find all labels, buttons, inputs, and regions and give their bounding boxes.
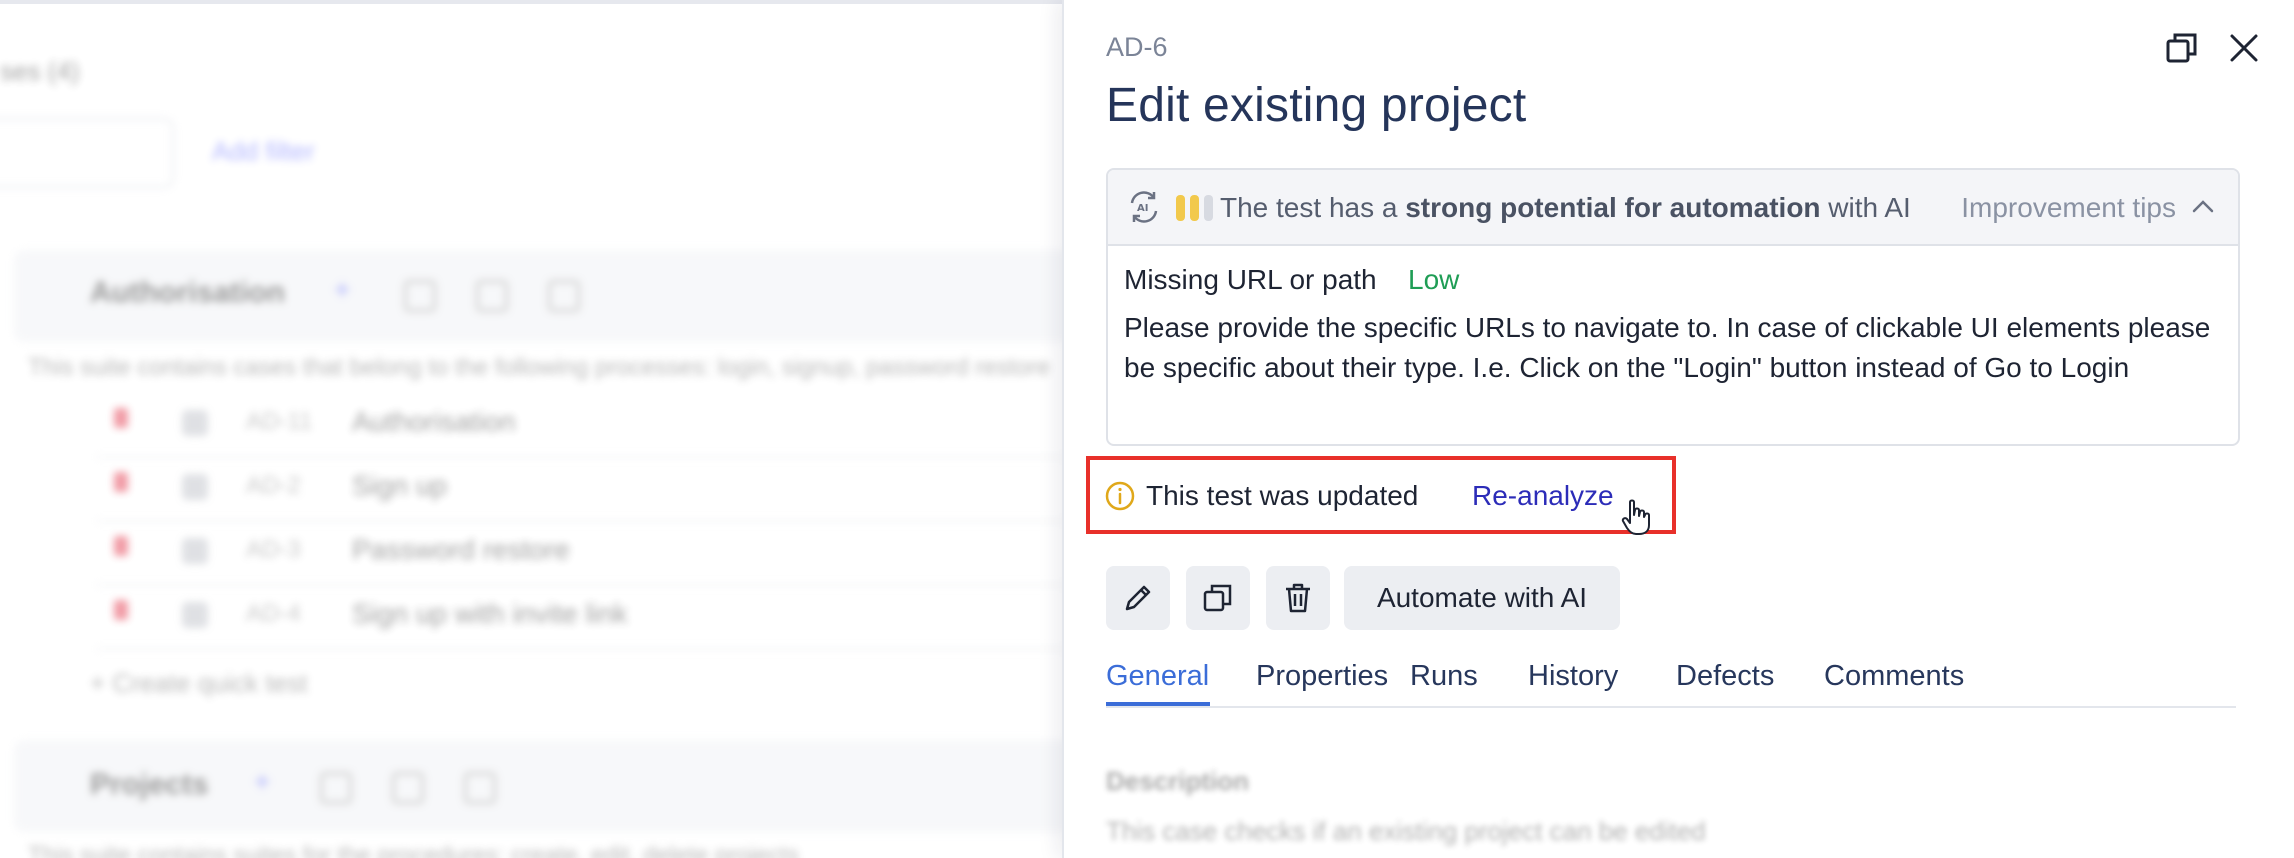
case-id: AD-4 — [246, 600, 301, 627]
tab-comments[interactable]: Comments — [1824, 660, 1964, 693]
potential-bar — [1176, 195, 1185, 221]
copy-icon[interactable] — [392, 772, 424, 804]
add-filter-button[interactable]: Add filter — [212, 136, 315, 167]
cases-count: ses (4) — [0, 56, 80, 86]
issue-description: Please provide the specific URLs to navi… — [1124, 312, 2211, 383]
description-value: This case checks if an existing project … — [1106, 816, 1706, 846]
delete-button[interactable] — [1266, 566, 1330, 630]
table-row[interactable]: AD-2 Sign up — [96, 458, 1064, 522]
suite-header-projects[interactable]: Projects + — [14, 740, 1064, 832]
ai-analysis-header[interactable]: AI The test has a strong potential for a… — [1108, 170, 2238, 246]
ai-refresh-icon: AI — [1126, 189, 1162, 225]
hand-cursor-icon — [1620, 498, 1654, 536]
suite-header-authorisation[interactable]: Authorisation + — [14, 250, 1064, 342]
chevron-up-icon[interactable] — [2190, 194, 2216, 220]
copy-icon — [1203, 584, 1232, 612]
copy-icon[interactable] — [476, 280, 508, 312]
tab-defects[interactable]: Defects — [1676, 660, 1774, 693]
tab-runs[interactable]: Runs — [1410, 660, 1478, 693]
background-content: ses (4) Add filter Authorisation + This … — [0, 0, 1064, 858]
priority-icon — [114, 536, 128, 556]
issue-severity-badge: Low — [1408, 264, 1460, 295]
table-row[interactable]: AD-11 Authorisation — [96, 394, 1064, 458]
priority-icon — [114, 408, 128, 428]
potential-bar — [1190, 195, 1199, 221]
potential-bar — [1204, 195, 1213, 221]
test-case-panel: AD-6 Edit existing project AI The test h… — [1062, 0, 2294, 858]
suite-title: Projects — [90, 768, 209, 801]
tab-bar: General Properties Runs History Defects … — [1106, 654, 2236, 708]
table-row[interactable]: AD-3 Password restore — [96, 522, 1064, 586]
case-type-icon — [182, 538, 208, 564]
trash-icon — [1286, 583, 1310, 613]
delete-icon[interactable] — [464, 772, 496, 804]
edit-button[interactable] — [1106, 566, 1170, 630]
automation-potential-text: The test has a strong potential for auto… — [1220, 192, 1911, 223]
case-name: Authorisation — [352, 406, 516, 437]
suite-description: This suite contains cases that belong to… — [28, 354, 1050, 381]
table-row[interactable]: AD-4 Sign up with invite link — [96, 586, 1064, 650]
pencil-icon — [1125, 585, 1151, 611]
issue-title: Missing URL or path — [1124, 264, 1377, 295]
info-icon — [1104, 480, 1136, 512]
case-id: AD-2 — [246, 472, 301, 499]
duplicate-button[interactable] — [1186, 566, 1250, 630]
edit-icon[interactable] — [404, 280, 436, 312]
add-case-icon[interactable]: + — [254, 766, 270, 798]
test-id: AD-6 — [1106, 32, 1168, 62]
suite-description: This suite contains suites for the proce… — [28, 842, 800, 858]
automation-potential-bars — [1176, 195, 1213, 221]
ai-analysis-card: AI The test has a strong potential for a… — [1106, 168, 2240, 446]
automate-with-ai-button[interactable]: Automate with AI — [1344, 566, 1620, 630]
test-updated-notice: This test was updated Re-analyze — [1086, 456, 1676, 536]
case-name: Sign up — [352, 470, 447, 501]
case-id: AD-3 — [246, 536, 301, 563]
delete-icon[interactable] — [548, 280, 580, 312]
create-quick-test-link[interactable]: + Create quick test — [90, 668, 308, 699]
case-type-icon — [182, 474, 208, 500]
case-name: Sign up with invite link — [352, 598, 628, 629]
re-analyze-link[interactable]: Re-analyze — [1472, 480, 1614, 512]
description-section: Description This case checks if an exist… — [1106, 762, 2236, 858]
tab-properties[interactable]: Properties — [1256, 660, 1388, 693]
priority-icon — [114, 600, 128, 620]
case-name: Password restore — [352, 534, 570, 565]
active-tab-indicator — [1106, 702, 1210, 706]
improvement-tips-toggle[interactable]: Improvement tips — [1961, 192, 2176, 224]
page-title: Edit existing project — [1106, 79, 1527, 132]
tab-general[interactable]: General — [1106, 660, 1209, 693]
filter-search-input[interactable] — [0, 118, 174, 188]
edit-icon[interactable] — [320, 772, 352, 804]
background-page: ses (4) Add filter Authorisation + This … — [0, 0, 1064, 858]
add-case-icon[interactable]: + — [334, 274, 350, 306]
svg-text:AI: AI — [1137, 203, 1148, 214]
open-in-window-icon[interactable] — [2164, 30, 2200, 66]
suite-title: Authorisation — [90, 276, 285, 309]
notice-text: This test was updated — [1146, 480, 1419, 511]
description-label: Description — [1106, 766, 1250, 796]
case-type-icon — [182, 410, 208, 436]
case-id: AD-11 — [246, 408, 313, 435]
tab-history[interactable]: History — [1528, 660, 1618, 693]
close-icon[interactable] — [2226, 30, 2262, 66]
case-type-icon — [182, 602, 208, 628]
priority-icon — [114, 472, 128, 492]
